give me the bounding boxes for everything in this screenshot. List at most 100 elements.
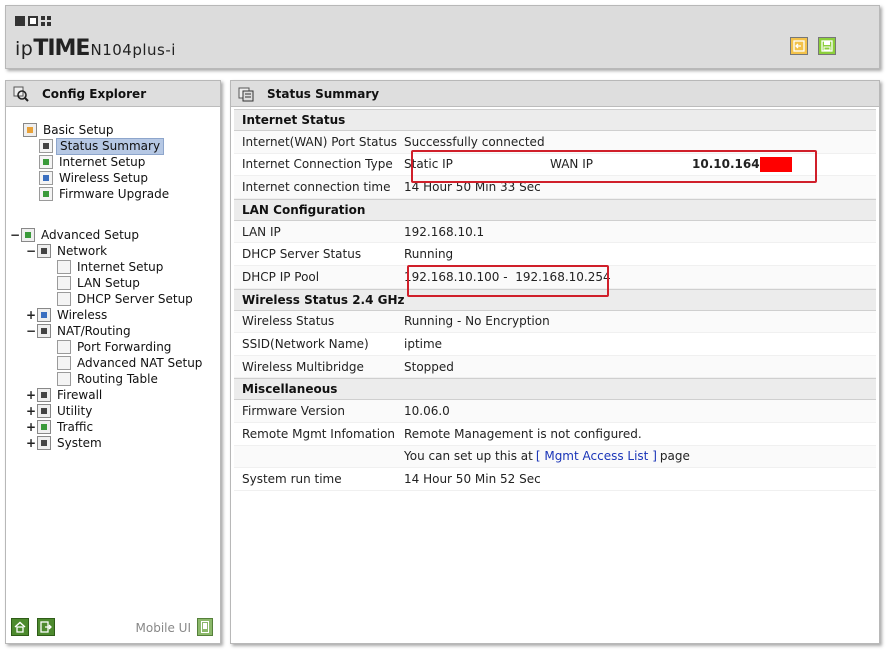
tree-label: Port Forwarding xyxy=(77,339,172,354)
row-label: Remote Mgmt Infomation xyxy=(242,426,396,441)
tree-item-routing-table[interactable]: Routing Table xyxy=(57,371,161,387)
collapse-icon[interactable]: − xyxy=(25,244,37,258)
tree-label: Basic Setup xyxy=(43,122,114,137)
tree-item-advanced-nat-setup[interactable]: Advanced NAT Setup xyxy=(57,355,205,371)
tree-wireless[interactable]: + Wireless xyxy=(25,307,110,323)
row-value: 192.168.10.100 - 192.168.10.254 xyxy=(404,269,611,284)
row-value: 10.06.0 xyxy=(404,404,450,419)
page-icon xyxy=(57,356,71,370)
expand-icon[interactable]: + xyxy=(25,388,37,402)
tree-item-adv-internet-setup[interactable]: Internet Setup xyxy=(57,259,166,275)
tree-traffic[interactable]: + Traffic xyxy=(25,419,96,435)
mobile-icon[interactable] xyxy=(197,618,213,636)
folder-basic-icon xyxy=(23,123,37,137)
panel-header: Status Summary xyxy=(231,81,879,107)
home-button[interactable] xyxy=(11,618,29,636)
tree-network[interactable]: − Network xyxy=(25,243,110,259)
expand-icon[interactable]: + xyxy=(25,404,37,418)
table-row: LAN IP 192.168.10.1 xyxy=(234,220,876,244)
tree-item-lan-setup[interactable]: LAN Setup xyxy=(57,275,143,291)
row-label: SSID(Network Name) xyxy=(242,336,369,351)
setup-suffix-text: page xyxy=(659,449,690,464)
folder-advanced-icon xyxy=(21,228,35,242)
section-internet-status: Internet Status xyxy=(234,109,876,131)
tree-item-port-forwarding[interactable]: Port Forwarding xyxy=(57,339,174,355)
row-value: Running xyxy=(404,247,454,262)
row-label: Wireless Status xyxy=(242,314,335,329)
tree-firewall[interactable]: + Firewall xyxy=(25,387,105,403)
tree-label: System xyxy=(57,435,102,450)
tree-item-wireless-setup[interactable]: Wireless Setup xyxy=(39,170,151,186)
row-value: 14 Hour 50 Min 33 Sec xyxy=(404,179,541,194)
tree-label: DHCP Server Setup xyxy=(77,291,193,306)
collapse-icon[interactable]: − xyxy=(25,324,37,338)
tree-basic-setup[interactable]: Basic Setup xyxy=(23,122,117,138)
section-heading: Miscellaneous xyxy=(242,382,338,397)
tree-label: Status Summary xyxy=(56,137,165,155)
expand-icon[interactable]: + xyxy=(25,436,37,450)
tree-item-firmware-upgrade[interactable]: Firmware Upgrade xyxy=(39,186,172,202)
tree-system[interactable]: + System xyxy=(25,435,105,451)
section-miscellaneous: Miscellaneous xyxy=(234,378,876,401)
logout-button[interactable] xyxy=(790,37,808,55)
row-label: DHCP Server Status xyxy=(242,247,362,262)
table-row: Internet Connection Type Static IP WAN I… xyxy=(234,154,876,177)
tile-icon[interactable] xyxy=(41,16,51,26)
logo-time: TIME xyxy=(33,36,90,61)
page-icon xyxy=(57,340,71,354)
row-label: LAN IP xyxy=(242,224,281,239)
iptime-logo: ip TIME N104plus-i xyxy=(15,36,176,61)
logo-ip: ip xyxy=(15,38,34,60)
monitor-icon xyxy=(39,155,53,169)
mobile-ui-link[interactable]: Mobile UI xyxy=(136,621,192,635)
section-lan-configuration: LAN Configuration xyxy=(234,198,876,221)
section-heading: Internet Status xyxy=(242,113,346,127)
save-icon xyxy=(821,40,833,52)
mgmt-access-list-link[interactable]: [ Mgmt Access List ] xyxy=(536,449,657,463)
tree-advanced-setup[interactable]: − Advanced Setup xyxy=(9,227,142,243)
tree-label: Firewall xyxy=(57,387,103,402)
row-value: iptime xyxy=(404,336,443,351)
expand-icon[interactable]: + xyxy=(25,420,37,434)
logout-icon xyxy=(40,621,52,633)
maximize-icon[interactable] xyxy=(28,16,38,26)
wireless-icon xyxy=(37,308,51,322)
table-row: Internet(WAN) Port Status Successfully c… xyxy=(234,131,876,154)
exit-icon xyxy=(793,40,805,52)
logout-button-footer[interactable] xyxy=(37,618,55,636)
page-icon xyxy=(57,292,71,306)
tree-item-dhcp-server-setup[interactable]: DHCP Server Setup xyxy=(57,291,196,307)
router-icon xyxy=(37,324,51,338)
tree-utility[interactable]: + Utility xyxy=(25,403,95,419)
explorer-search-icon xyxy=(12,85,30,103)
tree-label: LAN Setup xyxy=(77,275,140,290)
status-summary-icon xyxy=(237,85,255,103)
minimize-icon[interactable] xyxy=(15,16,25,26)
expand-icon[interactable]: + xyxy=(25,308,37,322)
system-icon xyxy=(37,436,51,450)
wan-ip-text: 10.10.164. xyxy=(692,156,765,171)
tree-nat-routing[interactable]: − NAT/Routing xyxy=(25,323,134,339)
utility-icon xyxy=(37,404,51,418)
lock-icon xyxy=(37,388,51,402)
tree-label: Network xyxy=(57,243,108,258)
upgrade-icon xyxy=(39,187,53,201)
row-value: Static IP WAN IP 10.10.164. xyxy=(404,154,876,176)
traffic-icon xyxy=(37,420,51,434)
tree-label: Wireless Setup xyxy=(59,170,148,185)
panel-title: Config Explorer xyxy=(42,86,147,101)
config-explorer-panel: Config Explorer Basic Setup Status Summa… xyxy=(5,80,221,644)
tree-item-internet-setup[interactable]: Internet Setup xyxy=(39,154,148,170)
row-label: Internet connection time xyxy=(242,179,391,194)
page-icon xyxy=(57,276,71,290)
table-row: Wireless Status Running - No Encryption xyxy=(234,310,876,334)
save-button[interactable] xyxy=(818,37,836,55)
page-icon xyxy=(57,260,71,274)
row-label: DHCP IP Pool xyxy=(242,269,320,284)
collapse-icon[interactable]: − xyxy=(9,228,21,242)
setup-prefix-text: You can set up this at xyxy=(404,449,533,464)
window-controls xyxy=(15,16,51,26)
tree-item-status-summary[interactable]: Status Summary xyxy=(39,137,165,155)
section-wireless-status: Wireless Status 2.4 GHz xyxy=(234,288,876,311)
connection-type-value: Static IP xyxy=(404,157,453,172)
